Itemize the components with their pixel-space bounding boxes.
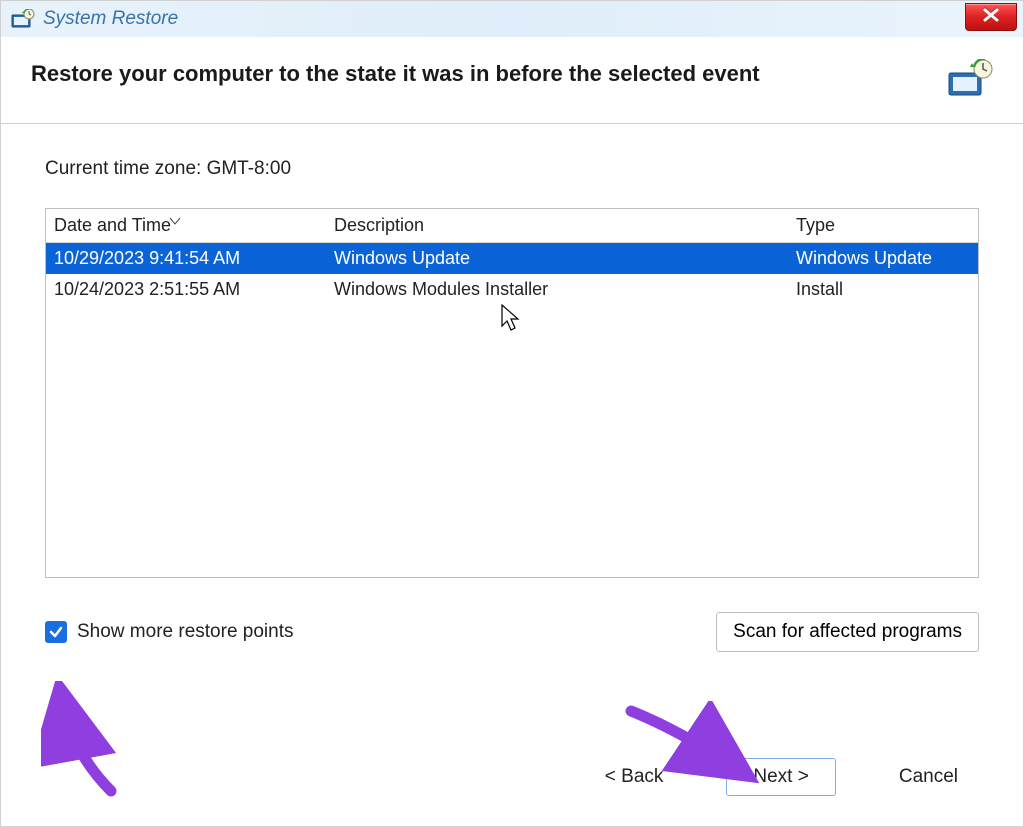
system-restore-icon	[11, 9, 35, 29]
wizard-footer: < Back Next > Cancel	[582, 758, 981, 796]
below-table-row: Show more restore points Scan for affect…	[45, 578, 979, 652]
content-area: Current time zone: GMT-8:00 Date and Tim…	[1, 124, 1023, 652]
cell-description: Windows Modules Installer	[326, 274, 788, 305]
table-row[interactable]: 10/29/2023 9:41:54 AM Windows Update Win…	[46, 243, 978, 275]
column-header-datetime[interactable]: Date and Time	[46, 209, 326, 243]
cell-type: Install	[788, 274, 978, 305]
sort-descending-icon	[169, 209, 181, 230]
restore-points-table: Date and Time Description Type 10/29/202…	[45, 208, 979, 578]
close-button[interactable]	[965, 3, 1017, 31]
cell-type: Windows Update	[788, 243, 978, 275]
window-title: System Restore	[43, 8, 178, 30]
cell-datetime: 10/29/2023 9:41:54 AM	[46, 243, 326, 275]
column-header-label: Type	[796, 215, 835, 235]
annotation-arrow-icon	[41, 681, 161, 806]
show-more-restore-points-checkbox[interactable]: Show more restore points	[45, 621, 294, 643]
titlebar: System Restore	[1, 1, 1023, 37]
cell-description: Windows Update	[326, 243, 788, 275]
back-button[interactable]: < Back	[582, 758, 687, 796]
column-header-description[interactable]: Description	[326, 209, 788, 243]
checkbox-label: Show more restore points	[77, 621, 294, 643]
page-header: Restore your computer to the state it wa…	[1, 37, 1023, 123]
page-title: Restore your computer to the state it wa…	[31, 59, 925, 87]
next-button[interactable]: Next >	[726, 758, 835, 796]
column-header-label: Description	[334, 215, 424, 235]
checkbox-checked-icon	[45, 621, 67, 643]
column-header-type[interactable]: Type	[788, 209, 978, 243]
close-icon	[982, 8, 1000, 27]
scan-affected-programs-button[interactable]: Scan for affected programs	[716, 612, 979, 652]
timezone-label: Current time zone: GMT-8:00	[45, 158, 979, 180]
system-restore-large-icon	[945, 59, 993, 101]
cancel-button[interactable]: Cancel	[876, 758, 981, 796]
column-header-label: Date and Time	[54, 215, 171, 235]
table-row[interactable]: 10/24/2023 2:51:55 AM Windows Modules In…	[46, 274, 978, 305]
cell-datetime: 10/24/2023 2:51:55 AM	[46, 274, 326, 305]
